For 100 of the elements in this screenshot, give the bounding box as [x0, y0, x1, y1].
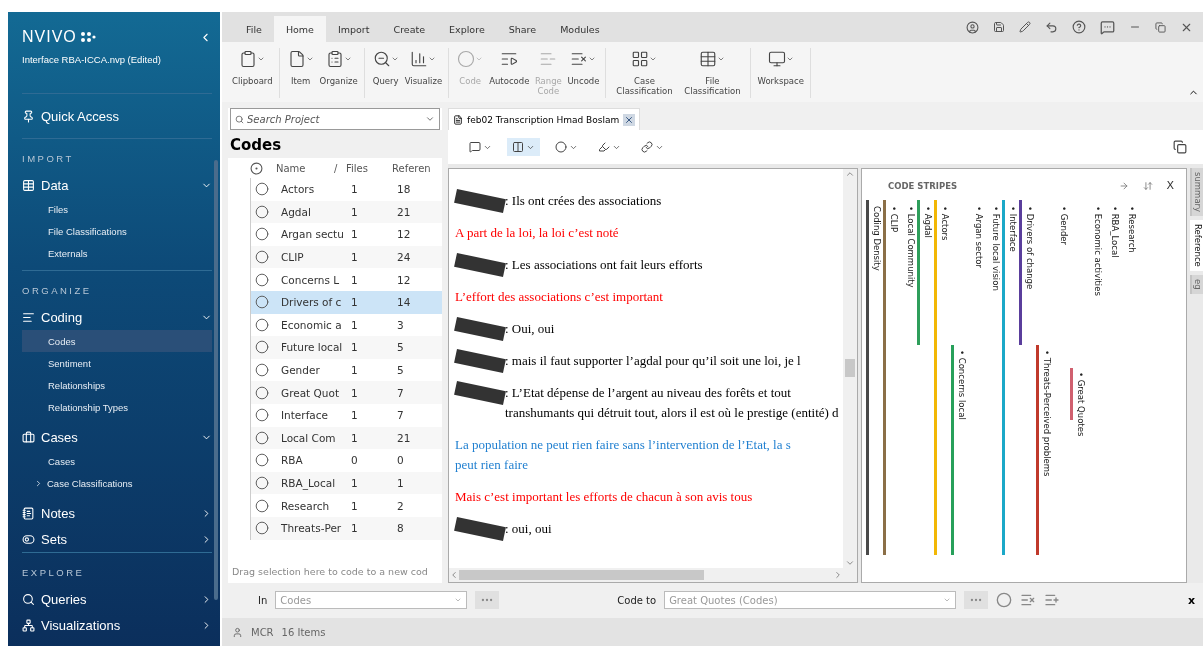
radio-icon[interactable] — [255, 295, 269, 310]
radio-icon[interactable] — [255, 204, 269, 219]
restore-icon[interactable] — [1155, 21, 1166, 33]
quick-access-item[interactable]: Quick Access — [22, 94, 212, 138]
coding-stripe[interactable] — [883, 200, 887, 555]
code-row[interactable]: Drivers of c 1 14 — [250, 290, 442, 314]
column-header[interactable]: Files — [346, 162, 392, 174]
nav-subitem[interactable]: Relationship Types — [22, 396, 212, 418]
ribbon-button[interactable]: Clipboard — [232, 48, 273, 98]
ribbon-tab[interactable]: Share — [496, 16, 549, 42]
nav-subitem[interactable]: Cases — [22, 450, 212, 472]
table-cell-text: 0 — [397, 454, 405, 467]
ribbon-tab[interactable]: File — [234, 16, 274, 42]
ribbon-button[interactable]: Visualize — [404, 48, 443, 98]
radio-icon[interactable] — [255, 182, 269, 197]
radio-icon[interactable] — [255, 408, 269, 423]
nav-subitem[interactable]: Files — [22, 198, 212, 220]
radio-icon[interactable] — [255, 317, 269, 332]
scrollbar[interactable] — [843, 169, 858, 568]
undock-icon[interactable] — [1173, 140, 1187, 154]
scrollbar[interactable] — [449, 568, 858, 582]
code-row[interactable]: Local Com 1 21 — [250, 426, 442, 450]
ribbon-button[interactable]: Organize — [319, 48, 358, 98]
undo-icon[interactable] — [1045, 20, 1058, 34]
radio-icon[interactable] — [255, 385, 269, 400]
ribbon-button[interactable]: File Classification — [680, 48, 745, 98]
coding-stripe[interactable] — [866, 200, 870, 555]
nav-item[interactable]: Coding — [22, 304, 212, 330]
side-tab[interactable]: eg — [1190, 274, 1203, 294]
side-tab[interactable]: summary — [1190, 168, 1203, 217]
help-icon[interactable] — [1072, 20, 1086, 34]
close-button[interactable]: X — [1166, 179, 1175, 192]
radio-icon[interactable] — [255, 227, 269, 242]
coding-stripe[interactable] — [1036, 345, 1040, 555]
code-icon[interactable] — [996, 592, 1013, 608]
nav-item[interactable]: Sets — [22, 526, 212, 552]
new-code-icon[interactable] — [1044, 592, 1061, 608]
nav-subitem[interactable]: Codes — [22, 330, 212, 352]
close-tab-button[interactable] — [623, 113, 636, 126]
code-row[interactable]: Future local 1 5 — [250, 336, 442, 359]
radio-icon[interactable] — [255, 498, 269, 513]
radio-icon[interactable] — [255, 363, 269, 378]
coding-stripe[interactable] — [1019, 200, 1023, 345]
nav-subitem[interactable]: Sentiment — [22, 352, 212, 374]
radio-icon[interactable] — [255, 250, 269, 265]
code-row[interactable]: RBA_Local 1 1 — [250, 471, 442, 495]
radio-icon[interactable] — [255, 476, 269, 490]
ribbon-button[interactable]: Query — [370, 48, 401, 98]
ribbon-tab[interactable]: Create — [381, 16, 438, 42]
ribbon-tab[interactable]: Modules — [548, 16, 612, 42]
radio-icon[interactable] — [255, 340, 269, 355]
more-button[interactable] — [475, 591, 500, 609]
comment-icon[interactable] — [1100, 19, 1115, 35]
ribbon-tab[interactable]: Home — [273, 16, 326, 42]
radio-icon[interactable] — [255, 272, 269, 287]
sort-icon[interactable] — [1142, 180, 1153, 191]
more-button[interactable] — [964, 591, 989, 609]
nav-item[interactable]: Data — [22, 172, 212, 198]
scroll-thumb[interactable] — [459, 570, 704, 580]
radio-icon[interactable] — [255, 430, 269, 445]
arrow-icon[interactable] — [1118, 180, 1129, 191]
code-row[interactable]: CLIP 1 24 — [250, 245, 442, 269]
column-header[interactable]: Referen — [392, 162, 442, 174]
ribbon-button[interactable]: Item — [285, 48, 316, 98]
nav-item[interactable]: Visualizations — [22, 612, 212, 638]
account-icon[interactable] — [966, 20, 979, 34]
table-cell-text: 1 — [351, 409, 359, 422]
search-field[interactable]: Search Project — [230, 108, 440, 130]
ribbon-icon — [570, 50, 589, 68]
column-header[interactable]: Name — [276, 162, 334, 174]
side-tab[interactable]: Reference — [1190, 220, 1203, 271]
code-row[interactable]: Agdal 1 21 — [250, 200, 442, 224]
logo-icon — [79, 31, 96, 43]
code-row[interactable]: Great Quot 1 7 — [250, 381, 442, 404]
stripes-button[interactable] — [507, 138, 540, 156]
nav-subitem[interactable]: Externals — [22, 242, 212, 264]
scroll-thumb[interactable] — [845, 359, 856, 377]
coding-stripe[interactable] — [1070, 368, 1074, 420]
ribbon-button[interactable]: Autocode — [489, 48, 530, 98]
uncode-icon[interactable] — [1020, 592, 1037, 608]
nav-subitem[interactable]: File Classifications — [22, 220, 212, 242]
code-row[interactable]: Threats-Per 1 8 — [250, 516, 442, 540]
nav-item[interactable]: Notes — [22, 500, 212, 526]
radio-icon[interactable] — [255, 521, 269, 536]
save-icon[interactable] — [993, 21, 1005, 33]
nav-item[interactable]: Cases — [22, 424, 212, 450]
nav-item[interactable]: Queries — [22, 586, 212, 612]
close-button[interactable]: x — [1187, 593, 1195, 607]
nav-subitem[interactable]: Case Classifications — [22, 472, 212, 494]
document-tab[interactable]: feb02 Transcription Hmad Boslam — [448, 108, 641, 130]
pencil-icon[interactable] — [1019, 21, 1031, 33]
ribbon-button[interactable]: Workspace — [757, 48, 804, 98]
radio-icon[interactable] — [255, 453, 269, 468]
scrollbar[interactable] — [214, 160, 218, 600]
select-all-icon[interactable] — [250, 161, 263, 175]
ribbon-tab[interactable]: Explore — [437, 16, 497, 42]
ribbon-tab[interactable]: Import — [325, 16, 382, 42]
nav-subitem[interactable]: Relationships — [22, 374, 212, 396]
ribbon-button[interactable]: Case Classification — [612, 48, 677, 98]
ribbon-button[interactable]: Uncode — [567, 48, 600, 98]
